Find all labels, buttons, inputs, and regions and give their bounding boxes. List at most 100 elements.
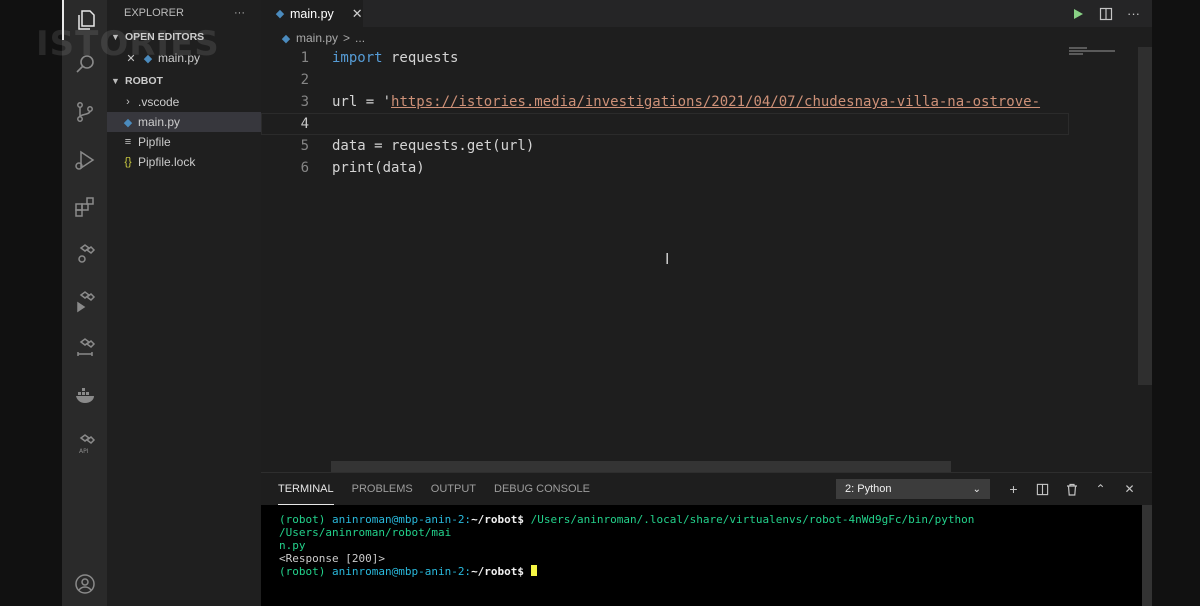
keyword-import: import: [332, 50, 383, 66]
json-braces-icon: {}: [124, 156, 132, 168]
svg-text:API: API: [79, 448, 89, 455]
maximize-panel-icon[interactable]: ⌃: [1093, 482, 1108, 496]
extensions-icon[interactable]: [62, 187, 107, 227]
tree-item-label: Pipfile: [138, 135, 171, 149]
prompt-user: aninroman@mbp-anin-2:: [331, 565, 472, 578]
account-icon[interactable]: [62, 564, 107, 604]
right-frame: [1152, 0, 1200, 606]
chevron-right-icon: ›: [126, 96, 130, 108]
tree-item-pipfile[interactable]: ≡ Pipfile: [107, 132, 261, 152]
tab-debug-console[interactable]: DEBUG CONSOLE: [494, 473, 590, 505]
vertical-scrollbar[interactable]: [1138, 47, 1152, 385]
python-file-icon: ◆: [123, 116, 133, 129]
explorer-icon[interactable]: [62, 0, 107, 40]
api-icon[interactable]: API: [62, 424, 107, 464]
code-line: 5 data = requests.get(url): [261, 135, 1069, 157]
explorer-sidebar: EXPLORER ··· ▼ OPEN EDITORS ✕ ◆ main.py …: [107, 0, 261, 606]
code-editor[interactable]: 1 import requests 2 3 url = 'https://ist…: [261, 47, 1069, 179]
url-string-link[interactable]: https://istories.media/investigations/20…: [391, 94, 1040, 110]
tab-label: main.py: [290, 6, 334, 21]
prompt-env: (robot): [279, 513, 326, 526]
terminal-scrollbar[interactable]: [1142, 505, 1152, 606]
close-icon[interactable]: ✕: [352, 6, 363, 22]
run-debug-icon[interactable]: [62, 140, 107, 180]
code-text: url = ': [332, 94, 392, 110]
activity-bar: API: [62, 0, 107, 606]
editor-actions: ···: [1071, 0, 1140, 27]
panel-tabs: TERMINAL PROBLEMS OUTPUT DEBUG CONSOLE: [278, 473, 590, 505]
line-number: 2: [300, 72, 309, 88]
terminal-output[interactable]: (robot) aninroman@mbp-anin-2:~/robot$ /U…: [261, 505, 1152, 606]
file-icon: ≡: [124, 136, 132, 148]
trash-icon[interactable]: [1064, 483, 1079, 496]
code-line-current: 4: [261, 113, 1069, 135]
terminal-line: n.py: [279, 539, 306, 552]
tree-item-pipfile-lock[interactable]: {} Pipfile.lock: [107, 152, 261, 172]
terminal-output-line: <Response [200]>: [279, 552, 385, 565]
prompt-path: ~/robot$: [471, 565, 525, 578]
code-line: 3 url = 'https://istories.media/investig…: [261, 91, 1069, 113]
tree-item-label: main.py: [138, 115, 181, 129]
close-panel-icon[interactable]: ✕: [1122, 482, 1137, 496]
source-control-icon[interactable]: [62, 92, 107, 132]
tab-terminal[interactable]: TERMINAL: [278, 473, 334, 505]
breadcrumb-more[interactable]: ...: [355, 31, 365, 45]
tab-main-py[interactable]: ◆ main.py ✕: [261, 0, 363, 27]
run-icon[interactable]: [1071, 7, 1085, 21]
text-cursor-icon: I: [665, 250, 670, 268]
code-text: print(data): [332, 160, 425, 176]
code-text: requests: [382, 50, 459, 66]
tree-item-main-py[interactable]: ◆ main.py: [107, 112, 261, 132]
tab-bar: ◆ main.py ✕ ···: [261, 0, 1152, 27]
horizontal-scrollbar[interactable]: [331, 461, 951, 472]
open-editors-section[interactable]: ▼ OPEN EDITORS: [107, 26, 261, 48]
line-number: 3: [300, 94, 309, 110]
tab-output[interactable]: OUTPUT: [431, 473, 476, 505]
split-terminal-icon[interactable]: [1035, 483, 1050, 496]
breadcrumb: ◆ main.py > ...: [279, 28, 365, 48]
search-icon[interactable]: [62, 44, 107, 84]
explorer-header: EXPLORER ···: [107, 0, 261, 26]
python-file-icon: ◆: [281, 32, 291, 45]
line-number: 5: [300, 138, 309, 154]
terminal-select[interactable]: 2: Python ⌄: [836, 479, 990, 499]
new-terminal-icon[interactable]: +: [1006, 481, 1021, 497]
tree-item-label: Pipfile.lock: [138, 155, 196, 169]
close-icon[interactable]: ✕: [124, 52, 138, 65]
split-editor-icon[interactable]: [1099, 7, 1113, 21]
bottom-panel: TERMINAL PROBLEMS OUTPUT DEBUG CONSOLE 2…: [261, 472, 1152, 606]
left-frame: [0, 0, 62, 606]
line-number: 6: [300, 160, 309, 176]
editor-area: ◆ main.py ✕ ··· ◆ main.py > ... 1 import…: [261, 0, 1152, 472]
folder-label: ROBOT: [125, 75, 163, 87]
explorer-more-button[interactable]: ···: [234, 7, 245, 19]
open-editors-label: OPEN EDITORS: [125, 31, 205, 43]
terminal-line: (robot) aninroman@mbp-anin-2:~/robot$: [279, 565, 1134, 578]
robot-folder-section[interactable]: ▼ ROBOT: [107, 70, 261, 92]
remote-explorer-icon[interactable]: [62, 234, 107, 274]
minimap[interactable]: [1069, 47, 1139, 55]
terminal-select-value: 2: Python: [845, 483, 892, 495]
code-text: url = 'https://istories.media/investigat…: [309, 94, 1040, 110]
terminal-cursor: [530, 565, 537, 576]
tab-problems[interactable]: PROBLEMS: [352, 473, 413, 505]
code-text: import requests: [309, 50, 458, 66]
prompt-path: ~/robot$: [471, 513, 525, 526]
prompt-user: aninroman@mbp-anin-2:: [331, 513, 472, 526]
python-file-icon: ◆: [275, 8, 285, 20]
open-editor-item[interactable]: ✕ ◆ main.py: [107, 48, 261, 68]
tree-item-vscode[interactable]: › .vscode: [107, 92, 261, 112]
more-actions-icon[interactable]: ···: [1127, 6, 1140, 21]
json-tools-icon[interactable]: [62, 328, 107, 368]
prompt-env: (robot): [279, 565, 326, 578]
code-line: 1 import requests: [261, 47, 1069, 69]
docker-icon[interactable]: [62, 376, 107, 416]
code-text: data = requests.get(url): [332, 138, 535, 154]
chevron-down-icon: ▼: [111, 32, 120, 42]
live-share-icon[interactable]: [62, 281, 107, 321]
chevron-down-icon: ▼: [111, 76, 120, 86]
explorer-title: EXPLORER: [124, 7, 184, 19]
panel-actions: + ⌃ ✕: [1006, 473, 1137, 505]
breadcrumb-file[interactable]: main.py: [296, 31, 338, 45]
breadcrumb-separator: >: [343, 31, 351, 45]
